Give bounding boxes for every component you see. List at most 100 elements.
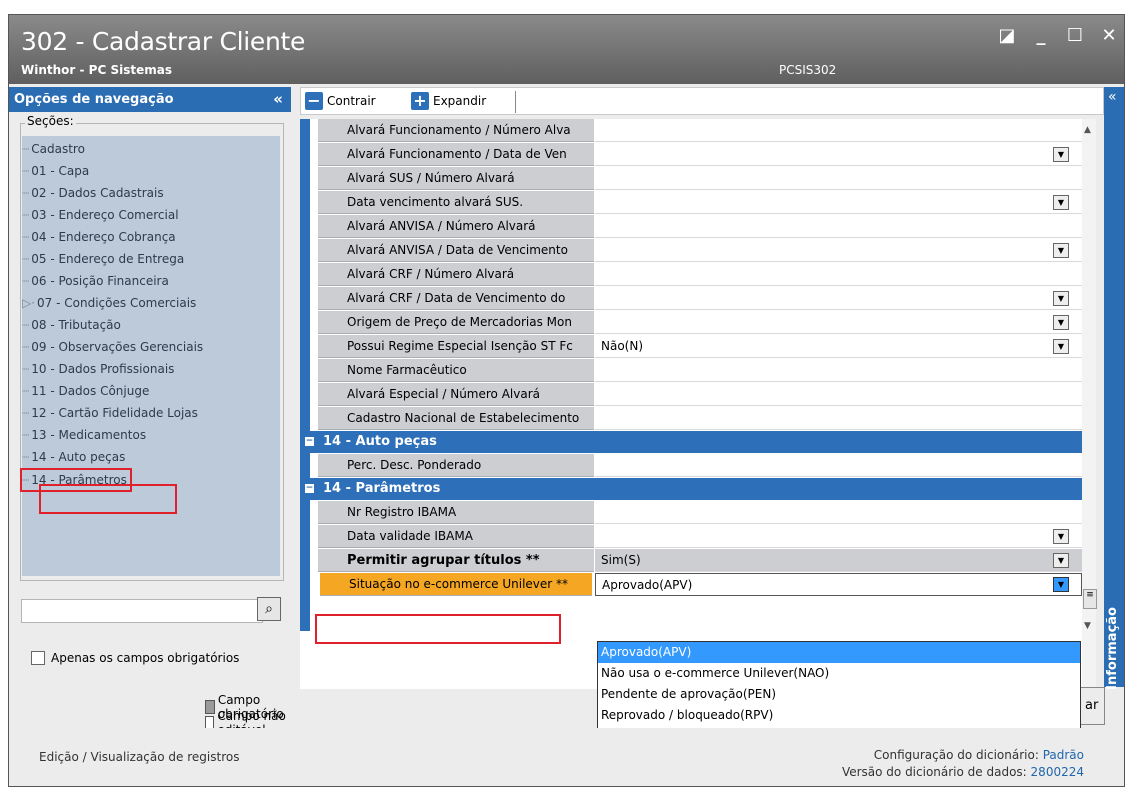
dropdown-arrow-icon[interactable]: ▼ [1053, 577, 1069, 592]
tree-item-condicoes-comerciais[interactable]: ▷· 07 - Condições Comerciais [22, 292, 196, 314]
tree-line-icon: ┈ [22, 252, 30, 266]
grid-row[interactable]: Alvará ANVISA / Número Alvará [300, 215, 1082, 239]
only-required-checkbox[interactable] [31, 651, 45, 665]
group-title: 14 - Parâmetros [323, 481, 441, 496]
tree-item-tributacao[interactable]: ┈ 08 - Tributação [22, 314, 121, 336]
collapse-info-icon[interactable]: « [1108, 89, 1117, 105]
row-value[interactable] [595, 215, 1082, 238]
tree-item-observacoes-gerenciais[interactable]: ┈ 09 - Observações Gerenciais [22, 336, 203, 358]
scroll-thumb-icon[interactable]: ≡ [1083, 589, 1097, 609]
ecommerce-status-options[interactable]: Aprovado(APV) Não usa o e-commerce Unile… [597, 641, 1081, 729]
grid-row[interactable]: Data vencimento alvará SUS. ▼ [300, 191, 1082, 215]
restore-icon[interactable]: ◪ [998, 25, 1016, 46]
close-icon[interactable]: ✕ [1100, 25, 1118, 46]
row-value[interactable] [595, 525, 1082, 548]
row-value[interactable] [595, 263, 1082, 286]
dropdown-arrow-icon[interactable]: ▼ [1053, 553, 1069, 568]
section-search-input[interactable] [21, 599, 263, 623]
row-value[interactable] [595, 191, 1082, 214]
tree-item-endereco-comercial[interactable]: ┈ 03 - Endereço Comercial [22, 204, 179, 226]
tree-item-dados-conjuge[interactable]: ┈ 11 - Dados Cônjuge [22, 380, 149, 402]
grid-row[interactable]: Alvará CRF / Data de Vencimento do ▼ [300, 287, 1082, 311]
option-aprovado[interactable]: Aprovado(APV) [598, 642, 1080, 663]
tree-item-dados-cadastrais[interactable]: ┈ 02 - Dados Cadastrais [22, 182, 164, 204]
tree-item-posicao-financeira[interactable]: ┈ 06 - Posição Financeira [22, 270, 169, 292]
option-reprovado[interactable]: Reprovado / bloqueado(RPV) [598, 705, 1080, 726]
row-value[interactable]: Sim(S) [595, 549, 1082, 572]
grid-scrollbar[interactable]: ▲ ≡ ▼ [1082, 119, 1097, 689]
option-nao-usa[interactable]: Não usa o e-commerce Unilever(NAO) [598, 663, 1080, 684]
tree-item-endereco-cobranca[interactable]: ┈ 04 - Endereço Cobrança [22, 226, 176, 248]
dropdown-arrow-icon[interactable]: ▼ [1053, 291, 1069, 306]
row-value[interactable]: Não(N) [595, 335, 1082, 358]
grid-row[interactable]: Permitir agrupar títulos ** Sim(S) ▼ [300, 549, 1082, 573]
row-value[interactable] [595, 501, 1082, 524]
partially-hidden-button-label: ar [1085, 698, 1099, 713]
row-value[interactable] [595, 311, 1082, 334]
expand-arrow-icon[interactable]: ▷· [22, 296, 35, 310]
row-value[interactable] [595, 287, 1082, 310]
group-collapse-icon[interactable]: − [305, 437, 314, 446]
grid-row[interactable]: Alvará Funcionamento / Data de Ven ▼ [300, 143, 1082, 167]
row-value[interactable] [595, 239, 1082, 262]
row-label: Cadastro Nacional de Estabelecimento [318, 407, 594, 430]
collapse-all-button[interactable]: − Contrair [305, 92, 376, 110]
tree-item-cartao-fidelidade[interactable]: ┈ 12 - Cartão Fidelidade Lojas [22, 402, 198, 424]
tree-line-icon: ┈ [22, 340, 30, 354]
tree-item-label: 09 - Observações Gerenciais [31, 340, 204, 354]
highlight-ecommerce-field [315, 614, 561, 644]
grid-row-ecommerce[interactable]: Situação no e-commerce Unilever ** Aprova… [300, 573, 1082, 597]
grid-row[interactable]: Origem de Preço de Mercadorias Mon ▼ [300, 311, 1082, 335]
grid-row[interactable]: Alvará Funcionamento / Número Alva [300, 119, 1082, 143]
grid-row[interactable]: Nr Registro IBAMA [300, 501, 1082, 525]
title-bar[interactable]: 302 - Cadastrar Cliente Winthor - PC Sis… [9, 15, 1124, 84]
scroll-up-icon[interactable]: ▲ [1084, 125, 1091, 135]
dropdown-arrow-icon[interactable]: ▼ [1053, 339, 1069, 354]
group-header-parametros[interactable]: − 14 - Parâmetros [300, 478, 1082, 500]
option-pendente[interactable]: Pendente de aprovação(PEN) [598, 684, 1080, 705]
row-value[interactable] [595, 167, 1082, 190]
dropdown-arrow-icon[interactable]: ▼ [1053, 315, 1069, 330]
row-value[interactable] [595, 359, 1082, 382]
grid-row[interactable]: Alvará ANVISA / Data de Vencimento ▼ [300, 239, 1082, 263]
grid-row[interactable]: Alvará Especial / Número Alvará [300, 383, 1082, 407]
row-value[interactable] [595, 454, 1082, 477]
tree-item-cadastro[interactable]: ┈ Cadastro [22, 138, 85, 160]
maximize-icon[interactable]: ☐ [1066, 25, 1084, 46]
grid-row[interactable]: Possui Regime Especial Isenção ST Fc Não(… [300, 335, 1082, 359]
grid-row[interactable]: Alvará SUS / Número Alvará [300, 167, 1082, 191]
grid-row[interactable]: Data validade IBAMA ▼ [300, 525, 1082, 549]
tree-item-medicamentos[interactable]: ┈ 13 - Medicamentos [22, 424, 146, 446]
tree-item-endereco-entrega[interactable]: ┈ 05 - Endereço de Entrega [22, 248, 184, 270]
expand-all-button[interactable]: + Expandir [411, 92, 486, 110]
grid-row[interactable]: Nome Farmacêutico [300, 359, 1082, 383]
row-value[interactable] [595, 143, 1082, 166]
minimize-icon[interactable]: _ [1032, 25, 1050, 46]
row-value[interactable] [595, 119, 1082, 142]
info-panel[interactable]: « Informação [1104, 87, 1124, 690]
scroll-down-icon[interactable]: ▼ [1084, 621, 1091, 631]
group-collapse-icon[interactable]: − [305, 484, 314, 493]
grid-row[interactable]: Cadastro Nacional de Estabelecimento [300, 407, 1082, 431]
row-label: Nr Registro IBAMA [318, 501, 594, 524]
tree-item-auto-pecas[interactable]: ┈ 14 - Auto peças [22, 446, 125, 468]
grid-row[interactable]: Alvará CRF / Número Alvará [300, 263, 1082, 287]
row-label: Situação no e-commerce Unilever ** [320, 573, 592, 596]
only-required-checkbox-row[interactable]: Apenas os campos obrigatórios [31, 651, 239, 665]
grid-row[interactable]: Perc. Desc. Ponderado [300, 454, 1082, 478]
tree-item-capa[interactable]: ┈ 01 - Capa [22, 160, 89, 182]
dropdown-arrow-icon[interactable]: ▼ [1053, 195, 1069, 210]
dropdown-arrow-icon[interactable]: ▼ [1053, 529, 1069, 544]
info-panel-label: Informação [1105, 607, 1120, 690]
group-header-auto-pecas[interactable]: − 14 - Auto peças [300, 431, 1082, 453]
row-label: Data vencimento alvará SUS. [318, 191, 594, 214]
collapse-nav-icon[interactable]: « [273, 87, 283, 112]
tree-item-dados-profissionais[interactable]: ┈ 10 - Dados Profissionais [22, 358, 174, 380]
dropdown-arrow-icon[interactable]: ▼ [1053, 243, 1069, 258]
row-value[interactable] [595, 407, 1082, 430]
row-value[interactable] [595, 383, 1082, 406]
ecommerce-status-select[interactable]: Aprovado(APV) [595, 573, 1082, 596]
dropdown-arrow-icon[interactable]: ▼ [1053, 147, 1069, 162]
magnifier-icon[interactable]: ⌕ [257, 597, 281, 621]
tree-line-icon: ┈ [22, 473, 30, 487]
